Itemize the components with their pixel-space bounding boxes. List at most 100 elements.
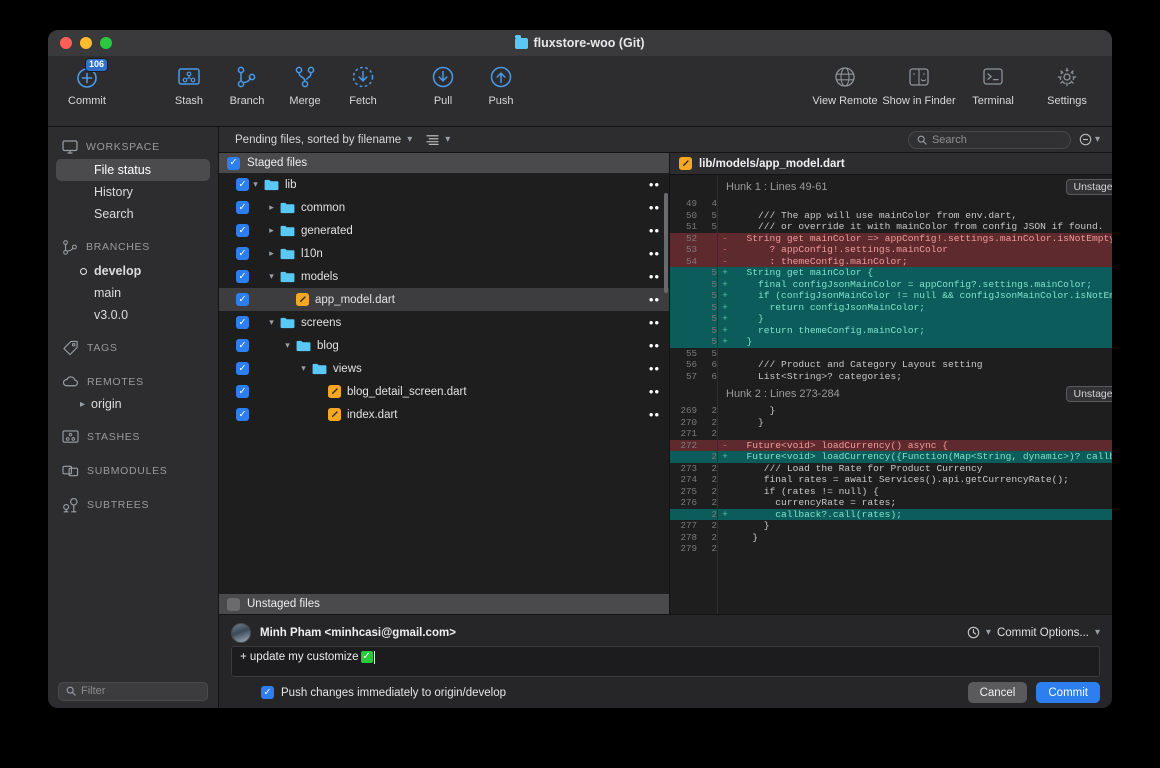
table-row[interactable]: ✓ ▾ views •• bbox=[219, 357, 669, 380]
diff-content[interactable]: Hunk 1 : Lines 49-61 Unstage hunk 49 4 50 5 /… bbox=[670, 175, 1112, 614]
row-checkbox[interactable]: ✓ bbox=[236, 201, 249, 214]
unstaged-files-checkbox[interactable] bbox=[227, 597, 240, 611]
chevron-down-icon[interactable]: ▾ bbox=[249, 179, 262, 190]
table-row[interactable]: ✓ index.dart •• bbox=[219, 403, 669, 426]
terminal-button[interactable]: Terminal bbox=[956, 56, 1030, 107]
staged-files-checkbox[interactable]: ✓ bbox=[227, 156, 240, 170]
table-row[interactable]: ✓ ▾ models •• bbox=[219, 265, 669, 288]
sidebar-branch-main[interactable]: main bbox=[56, 282, 210, 304]
sidebar-item-history[interactable]: History bbox=[56, 181, 210, 203]
row-checkbox[interactable]: ✓ bbox=[236, 224, 249, 237]
table-row[interactable]: ✓ ▾ lib •• bbox=[219, 173, 669, 196]
diff-code: return configJsonMainColor; bbox=[735, 301, 925, 313]
sidebar-section-label: STASHES bbox=[87, 430, 141, 443]
row-menu-button[interactable]: •• bbox=[649, 408, 660, 421]
row-menu-button[interactable]: •• bbox=[649, 316, 660, 329]
file-list-scrollbar[interactable] bbox=[664, 193, 668, 293]
diff-sign: + bbox=[722, 290, 728, 302]
new-line-number: 5 bbox=[711, 313, 717, 325]
merge-button[interactable]: Merge bbox=[276, 56, 334, 107]
chevron-down-icon[interactable]: ▾ bbox=[265, 317, 278, 328]
diff-code: final rates = await Services().api.getCu… bbox=[735, 474, 1069, 486]
show-in-finder-button[interactable]: Show in Finder bbox=[882, 56, 956, 107]
row-checkbox[interactable]: ✓ bbox=[236, 408, 249, 421]
row-menu-button[interactable]: •• bbox=[649, 339, 660, 352]
file-name: l10n bbox=[301, 247, 323, 260]
stash-button[interactable]: Stash bbox=[160, 56, 218, 107]
staged-files-header[interactable]: ✓ Staged files bbox=[219, 153, 669, 173]
table-row[interactable]: ✓ ▾ blog •• bbox=[219, 334, 669, 357]
commit-message-input[interactable]: + update my customize ✓ bbox=[231, 645, 1100, 678]
chevron-right-icon[interactable]: ▸ bbox=[265, 225, 278, 236]
row-checkbox[interactable]: ✓ bbox=[236, 362, 249, 375]
avatar bbox=[231, 622, 251, 643]
push-immediately-checkbox[interactable]: ✓ bbox=[261, 686, 274, 700]
row-checkbox[interactable]: ✓ bbox=[236, 270, 249, 283]
commit-options-label[interactable]: Commit Options... bbox=[997, 627, 1089, 639]
table-row[interactable]: ✓ ▾ screens •• bbox=[219, 311, 669, 334]
row-menu-button[interactable]: •• bbox=[649, 362, 660, 375]
sidebar-branch-develop[interactable]: develop bbox=[56, 260, 210, 282]
toolbar-group-actions: Stash Branch Merge Fetch bbox=[160, 56, 392, 107]
push-icon bbox=[489, 62, 513, 92]
sidebar-remote-origin[interactable]: ▸ origin bbox=[56, 393, 210, 415]
chevron-down-icon[interactable]: ▾ bbox=[265, 271, 278, 282]
row-checkbox[interactable]: ✓ bbox=[236, 178, 249, 191]
unstage-hunk-button[interactable]: Unstage hunk bbox=[1066, 385, 1112, 402]
chevron-down-icon[interactable]: ▾ bbox=[1095, 627, 1100, 638]
commit-button[interactable]: 106 Commit bbox=[58, 56, 116, 107]
unstaged-files-header[interactable]: Unstaged files bbox=[219, 594, 669, 614]
diff-line: 272 - Future<void> loadCurrency() async { bbox=[670, 439, 1112, 451]
diff-options-dropdown[interactable]: ▾ bbox=[1079, 133, 1100, 146]
row-checkbox[interactable]: ✓ bbox=[236, 339, 249, 352]
row-menu-button[interactable]: •• bbox=[649, 224, 660, 237]
filter-input[interactable]: Filter bbox=[58, 681, 208, 701]
row-checkbox[interactable]: ✓ bbox=[236, 247, 249, 260]
unstage-hunk-button[interactable]: Unstage hunk bbox=[1066, 178, 1112, 195]
fetch-button[interactable]: Fetch bbox=[334, 56, 392, 107]
cancel-button[interactable]: Cancel bbox=[967, 682, 1028, 704]
table-row[interactable]: ✓ blog_detail_screen.dart •• bbox=[219, 380, 669, 403]
clock-icon[interactable] bbox=[967, 626, 980, 639]
chevron-right-icon[interactable]: ▸ bbox=[265, 248, 278, 259]
new-line-number: 2 bbox=[711, 508, 717, 520]
settings-button[interactable]: Settings bbox=[1030, 56, 1104, 107]
branch-button[interactable]: Branch bbox=[218, 56, 276, 107]
search-input[interactable]: Search bbox=[907, 130, 1071, 149]
chevron-down-icon[interactable]: ▾ bbox=[986, 627, 991, 638]
diff-line: 273 2 /// Load the Rate for Product Curre… bbox=[670, 463, 1112, 475]
sidebar-item-search[interactable]: Search bbox=[56, 203, 210, 225]
row-checkbox[interactable]: ✓ bbox=[236, 293, 249, 306]
sidebar-item-file-status[interactable]: File status bbox=[56, 159, 210, 181]
chevron-down-icon[interactable]: ▾ bbox=[297, 363, 310, 374]
push-immediately-checkbox-group[interactable]: ✓ Push changes immediately to origin/dev… bbox=[261, 686, 507, 700]
sort-dropdown[interactable]: Pending files, sorted by filename ▾ bbox=[219, 134, 412, 146]
commit-author: Minh Pham <minhcasi@gmail.com> bbox=[260, 626, 456, 639]
row-checkbox[interactable]: ✓ bbox=[236, 316, 249, 329]
push-button[interactable]: Push bbox=[472, 56, 530, 107]
row-menu-button[interactable]: •• bbox=[649, 178, 660, 191]
row-menu-button[interactable]: •• bbox=[649, 385, 660, 398]
commit-button[interactable]: Commit bbox=[1036, 682, 1100, 704]
view-remote-button[interactable]: View Remote bbox=[808, 56, 882, 107]
diff-line: 270 2 } bbox=[670, 417, 1112, 429]
table-row[interactable]: ✓ ▸ l10n •• bbox=[219, 242, 669, 265]
row-menu-button[interactable]: •• bbox=[649, 201, 660, 214]
pull-button[interactable]: Pull bbox=[414, 56, 472, 107]
branch-dot-placeholder-icon bbox=[80, 312, 87, 319]
table-row[interactable]: ✓ ▸ common •• bbox=[219, 196, 669, 219]
chevron-down-icon[interactable]: ▾ bbox=[281, 340, 294, 351]
table-row[interactable]: ✓ app_model.dart •• bbox=[219, 288, 669, 311]
staged-file-list[interactable]: ✓ ▾ lib •• ✓ ▸ common •• ✓ ▸ generated •• ✓ ▸ l10n •• ✓ ▾… bbox=[219, 173, 669, 614]
sidebar: WORKSPACE File status History Search BRA… bbox=[48, 127, 219, 708]
row-checkbox[interactable]: ✓ bbox=[236, 385, 249, 398]
row-menu-button[interactable]: •• bbox=[649, 293, 660, 306]
push-immediately-label: Push changes immediately to origin/devel… bbox=[281, 686, 507, 699]
view-mode-dropdown[interactable]: ▾ bbox=[412, 134, 450, 146]
table-row[interactable]: ✓ ▸ generated •• bbox=[219, 219, 669, 242]
chevron-right-icon[interactable]: ▸ bbox=[265, 202, 278, 213]
row-menu-button[interactable]: •• bbox=[649, 270, 660, 283]
sidebar-branch-v300[interactable]: v3.0.0 bbox=[56, 304, 210, 326]
diff-sign: + bbox=[722, 336, 728, 348]
row-menu-button[interactable]: •• bbox=[649, 247, 660, 260]
